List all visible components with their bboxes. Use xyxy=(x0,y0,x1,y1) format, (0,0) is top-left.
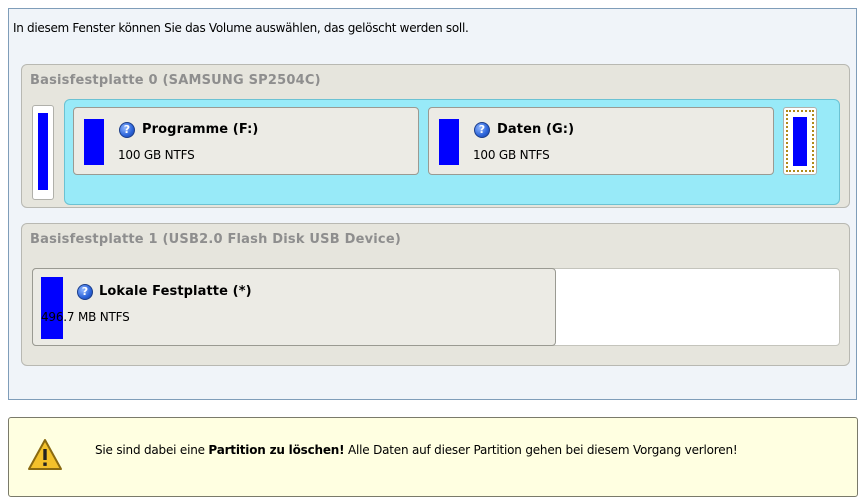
volume-name: Daten (G:) xyxy=(497,122,575,137)
disk-1-title: Basisfestplatte 1 (USB2.0 Flash Disk USB… xyxy=(30,232,401,247)
volume-info: 100 GB NTFS xyxy=(118,148,195,162)
extended-partition-frame[interactable]: ? Programme (F:) 100 GB NTFS ? Daten (G:… xyxy=(64,99,840,205)
volume-name: Lokale Festplatte (*) xyxy=(99,284,252,299)
warning-text-start: Sie sind dabei eine xyxy=(95,443,209,457)
volume-selection-window: In diesem Fenster können Sie das Volume … xyxy=(0,0,859,501)
volume-programme[interactable]: ? Programme (F:) 100 GB NTFS xyxy=(73,107,419,175)
disk-0-small-partition-left[interactable] xyxy=(32,105,54,200)
usage-bar xyxy=(793,117,807,166)
volume-info: 100 GB NTFS xyxy=(473,148,550,162)
help-icon: ? xyxy=(77,284,93,300)
usage-bar xyxy=(38,113,48,190)
disk-0-small-partition-right[interactable] xyxy=(783,107,817,175)
disk-0-title: Basisfestplatte 0 (SAMSUNG SP2504C) xyxy=(30,73,321,88)
help-icon: ? xyxy=(474,122,490,138)
volume-info: 496.7 MB NTFS xyxy=(41,310,130,324)
disk-1-group: Basisfestplatte 1 (USB2.0 Flash Disk USB… xyxy=(21,223,850,366)
warning-panel: Sie sind dabei eine Partition zu löschen… xyxy=(8,417,858,497)
warning-text: Sie sind dabei eine Partition zu löschen… xyxy=(95,440,835,460)
volume-lokale-festplatte[interactable]: ? Lokale Festplatte (*) 496.7 MB NTFS xyxy=(32,268,556,346)
warning-icon xyxy=(28,439,62,470)
usage-bar xyxy=(439,119,459,165)
disk-0-group: Basisfestplatte 0 (SAMSUNG SP2504C) ? Pr… xyxy=(21,64,850,208)
warning-text-end: Alle Daten auf dieser Partition gehen be… xyxy=(344,443,738,457)
usage-bar xyxy=(41,277,63,339)
instruction-text: In diesem Fenster können Sie das Volume … xyxy=(13,21,469,35)
volume-name: Programme (F:) xyxy=(142,122,259,137)
warning-text-bold: Partition zu löschen! xyxy=(208,443,345,457)
usage-bar xyxy=(84,119,104,165)
volume-daten[interactable]: ? Daten (G:) 100 GB NTFS xyxy=(428,107,774,175)
help-icon: ? xyxy=(119,122,135,138)
